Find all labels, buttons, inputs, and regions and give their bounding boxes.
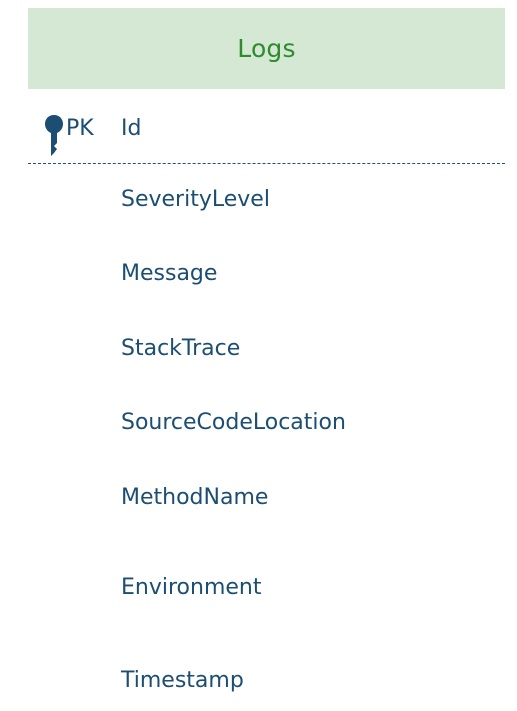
entity-title: Logs <box>237 34 296 63</box>
key-icon <box>45 115 63 156</box>
field-environment: Environment <box>121 575 262 600</box>
field-message: Message <box>121 261 218 286</box>
field-severity-level: SeverityLevel <box>121 187 270 212</box>
field-id: Id <box>121 116 142 141</box>
entity-header: Logs <box>28 8 505 89</box>
pk-marker: PK <box>66 116 94 141</box>
primary-key-divider <box>28 163 505 164</box>
field-method-name: MethodName <box>121 485 269 510</box>
logs-entity: Logs PK Id SeverityLevel Message StackTr… <box>28 8 505 708</box>
field-source-code-location: SourceCodeLocation <box>121 410 346 435</box>
field-stack-trace: StackTrace <box>121 336 241 361</box>
primary-key-row: PK Id <box>28 89 505 169</box>
field-timestamp: Timestamp <box>121 668 244 693</box>
